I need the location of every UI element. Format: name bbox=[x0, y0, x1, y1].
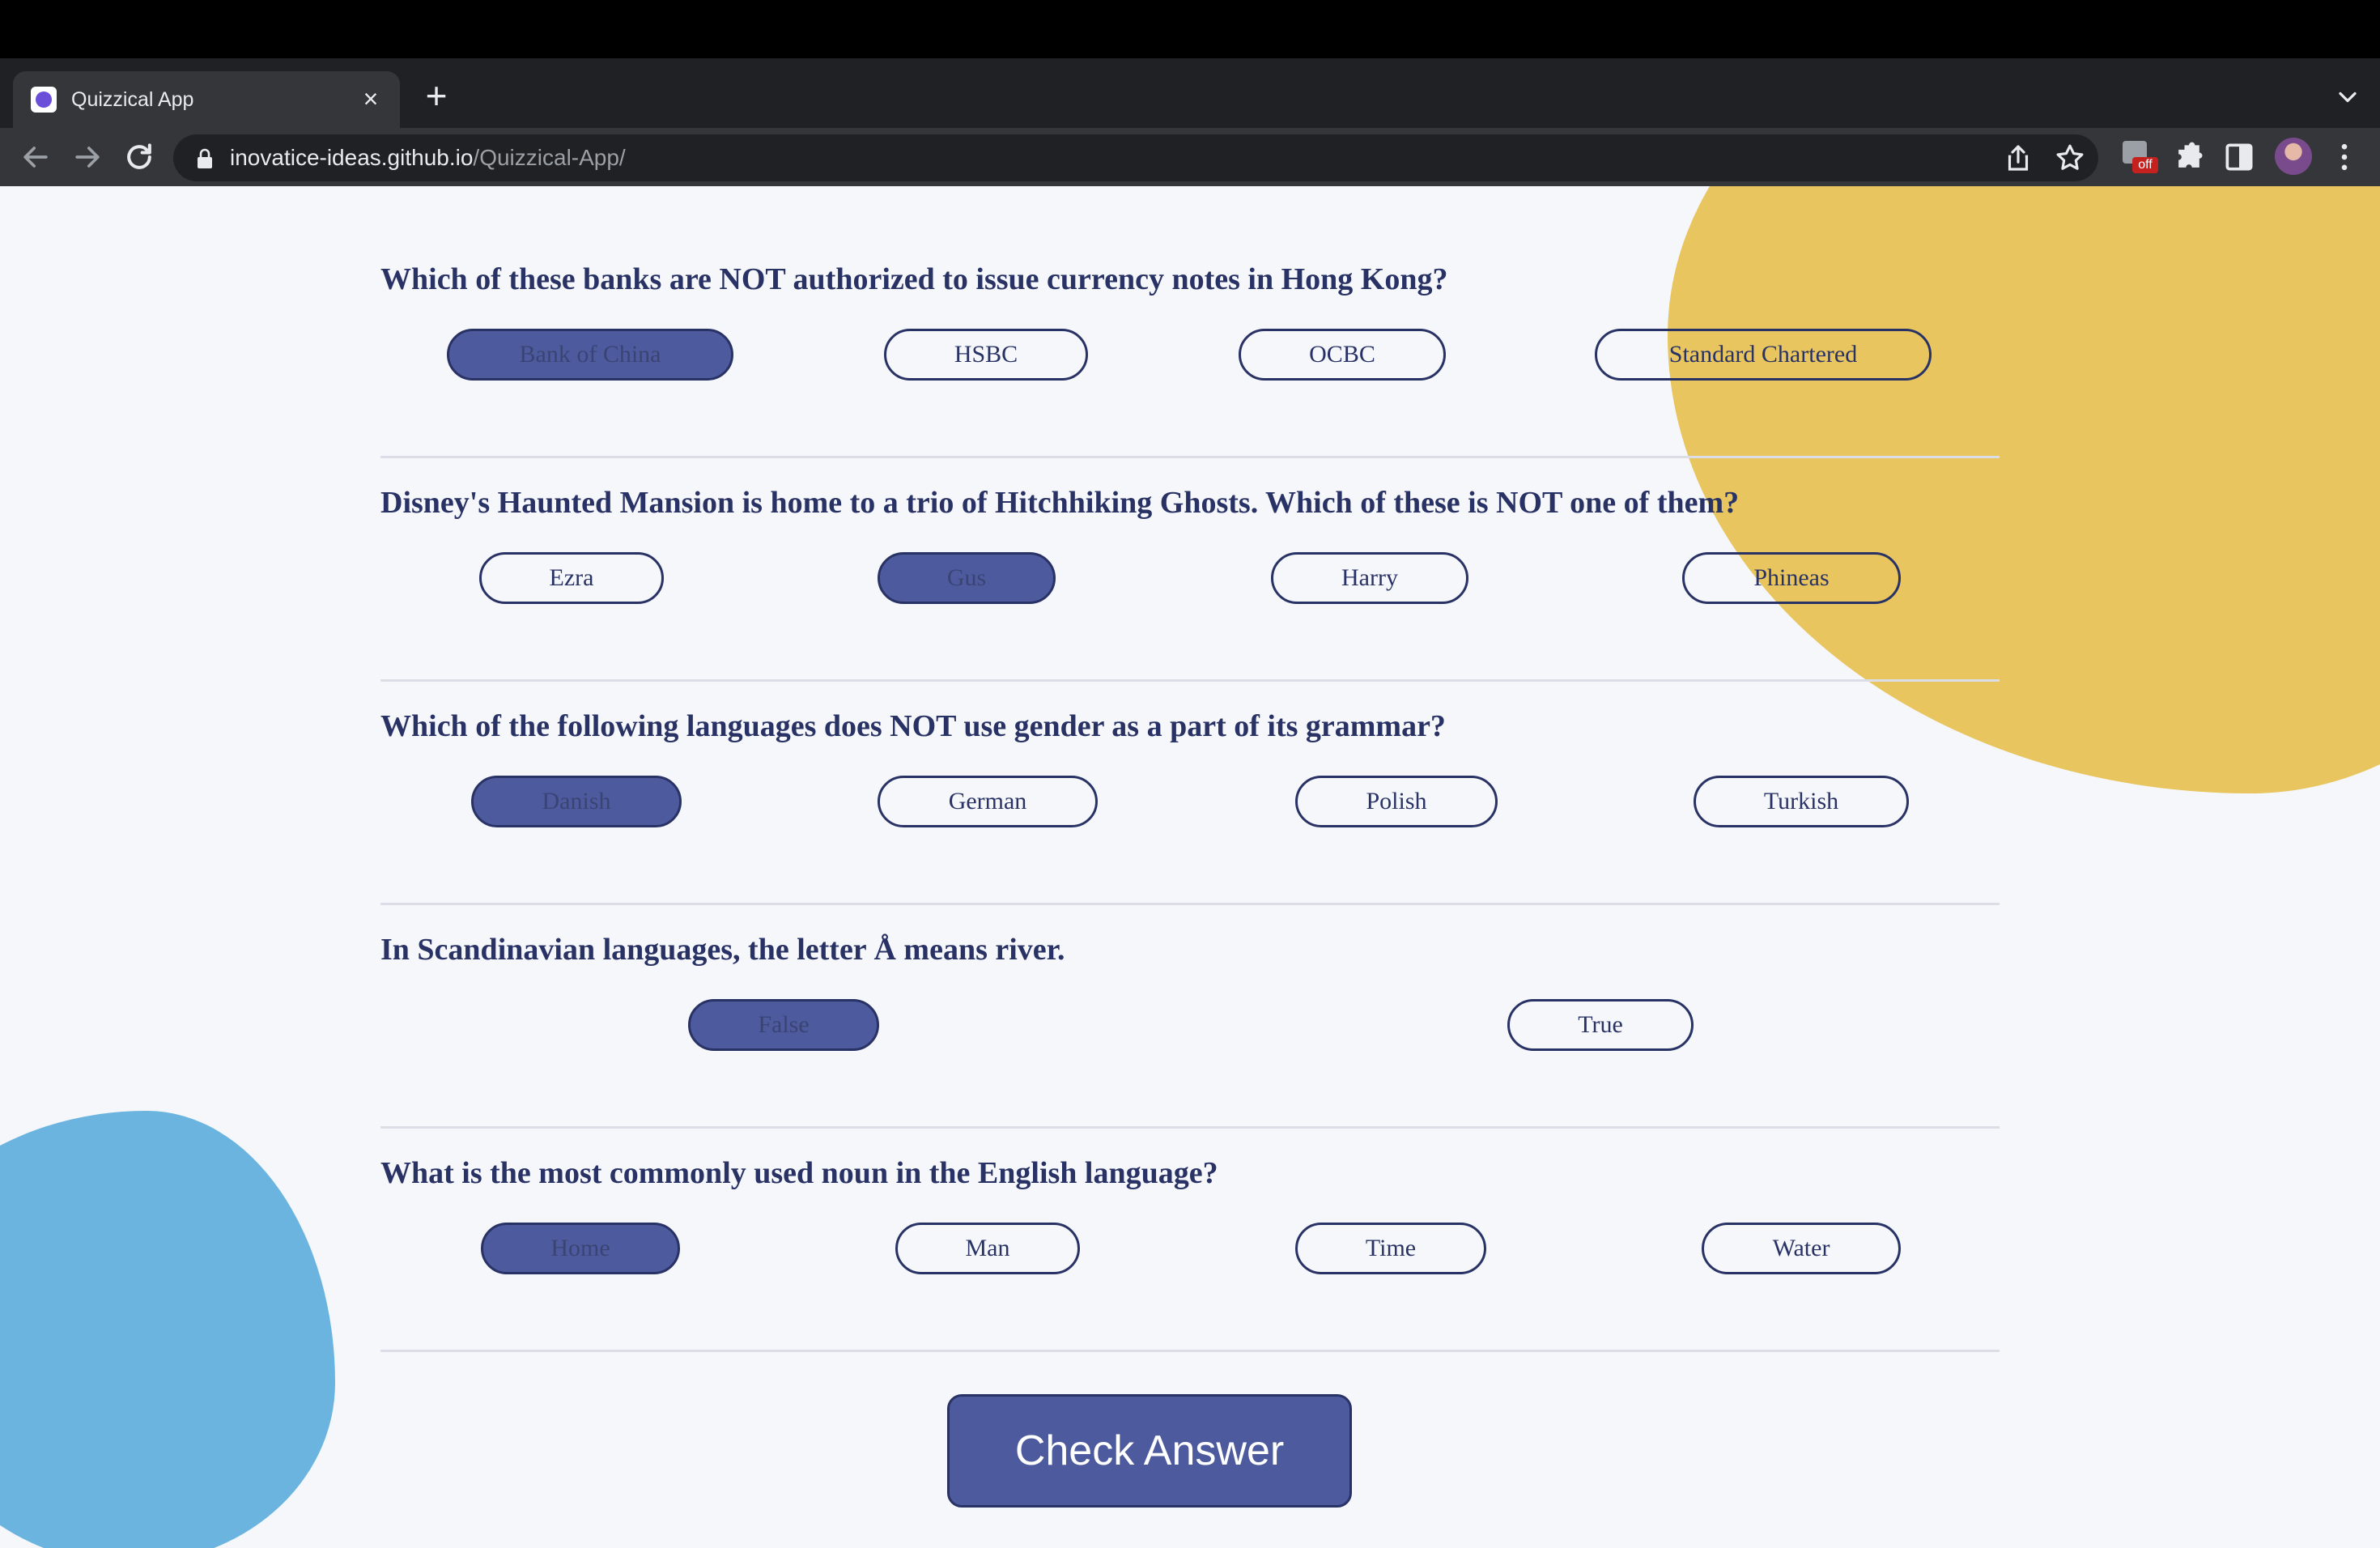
answer-option[interactable]: HSBC bbox=[884, 329, 1088, 381]
puzzle-icon[interactable] bbox=[2171, 139, 2207, 175]
browser-tab[interactable]: Quizzical App × bbox=[13, 71, 400, 128]
answer-option-selected[interactable]: Home bbox=[481, 1223, 680, 1274]
forward-arrow-icon[interactable] bbox=[70, 139, 105, 175]
question-item: In Scandinavian languages, the letter Å … bbox=[380, 905, 2000, 1129]
question-text: In Scandinavian languages, the letter Å … bbox=[380, 933, 1065, 967]
share-icon[interactable] bbox=[2001, 141, 2035, 175]
question-item: Disney's Haunted Mansion is home to a tr… bbox=[380, 458, 2000, 682]
answer-option[interactable]: Turkish bbox=[1694, 776, 1909, 827]
back-arrow-icon[interactable] bbox=[18, 139, 53, 175]
reload-icon[interactable] bbox=[121, 139, 157, 175]
tab-strip: Quizzical App × + bbox=[0, 58, 2380, 128]
quiz-page: Which of these banks are NOT authorized … bbox=[0, 186, 2380, 1548]
url-host: inovatice-ideas.github.io bbox=[230, 145, 474, 170]
answer-option[interactable]: Ezra bbox=[479, 552, 664, 604]
menu-icon[interactable] bbox=[2327, 139, 2362, 175]
extension-icon[interactable]: off bbox=[2121, 138, 2158, 176]
new-tab-icon[interactable]: + bbox=[418, 77, 455, 115]
tab-close-icon[interactable]: × bbox=[356, 84, 385, 113]
answer-option-selected[interactable]: False bbox=[688, 999, 879, 1051]
answer-options: Bank of China HSBC OCBC Standard Charter… bbox=[380, 329, 2000, 381]
side-panel-icon[interactable] bbox=[2221, 139, 2257, 175]
question-text: Disney's Haunted Mansion is home to a tr… bbox=[380, 486, 1740, 520]
answer-option[interactable]: True bbox=[1507, 999, 1694, 1051]
question-item: Which of the following languages does NO… bbox=[380, 682, 2000, 905]
answer-option[interactable]: Water bbox=[1702, 1223, 1901, 1274]
tab-list-icon[interactable] bbox=[2333, 83, 2362, 112]
answer-option[interactable]: Polish bbox=[1295, 776, 1498, 827]
answer-option-selected[interactable]: Bank of China bbox=[447, 329, 733, 381]
answer-option[interactable]: OCBC bbox=[1239, 329, 1446, 381]
check-answer-button[interactable]: Check Answer bbox=[947, 1394, 1352, 1508]
answer-options: Ezra Gus Harry Phineas bbox=[380, 552, 2000, 604]
url-text[interactable]: inovatice-ideas.github.io/Quizzical-App/ bbox=[230, 142, 626, 173]
favicon-icon bbox=[31, 87, 57, 113]
answer-options: Danish German Polish Turkish bbox=[380, 776, 2000, 827]
browser-toolbar: inovatice-ideas.github.io/Quizzical-App/… bbox=[0, 128, 2380, 186]
question-text: Which of the following languages does NO… bbox=[380, 709, 1446, 743]
answer-option[interactable]: Harry bbox=[1271, 552, 1468, 604]
url-path: /Quizzical-App/ bbox=[473, 145, 626, 170]
answer-options: False True bbox=[380, 999, 2000, 1051]
answer-option[interactable]: Standard Chartered bbox=[1595, 329, 1932, 381]
question-item: Which of these banks are NOT authorized … bbox=[380, 235, 2000, 458]
star-icon[interactable] bbox=[2053, 141, 2087, 175]
extension-badge: off bbox=[2132, 157, 2158, 173]
answer-option[interactable]: Time bbox=[1295, 1223, 1486, 1274]
question-text: Which of these banks are NOT authorized … bbox=[380, 262, 1448, 296]
profile-avatar[interactable] bbox=[2275, 138, 2312, 175]
answer-option[interactable]: Phineas bbox=[1682, 552, 1901, 604]
address-bar[interactable]: inovatice-ideas.github.io/Quizzical-App/ bbox=[173, 134, 2098, 181]
blue-blob-decoration bbox=[0, 1111, 335, 1548]
question-text: What is the most commonly used noun in t… bbox=[380, 1156, 1218, 1190]
answer-option[interactable]: German bbox=[878, 776, 1098, 827]
tab-title: Quizzical App bbox=[71, 88, 194, 111]
answer-option-selected[interactable]: Danish bbox=[471, 776, 682, 827]
system-bar bbox=[0, 0, 2380, 58]
answer-options: Home Man Time Water bbox=[380, 1223, 2000, 1274]
answer-option-selected[interactable]: Gus bbox=[878, 552, 1056, 604]
question-item: What is the most commonly used noun in t… bbox=[380, 1129, 2000, 1352]
lock-icon[interactable] bbox=[194, 147, 215, 170]
quiz-list: Which of these banks are NOT authorized … bbox=[380, 235, 2000, 1352]
answer-option[interactable]: Man bbox=[895, 1223, 1080, 1274]
